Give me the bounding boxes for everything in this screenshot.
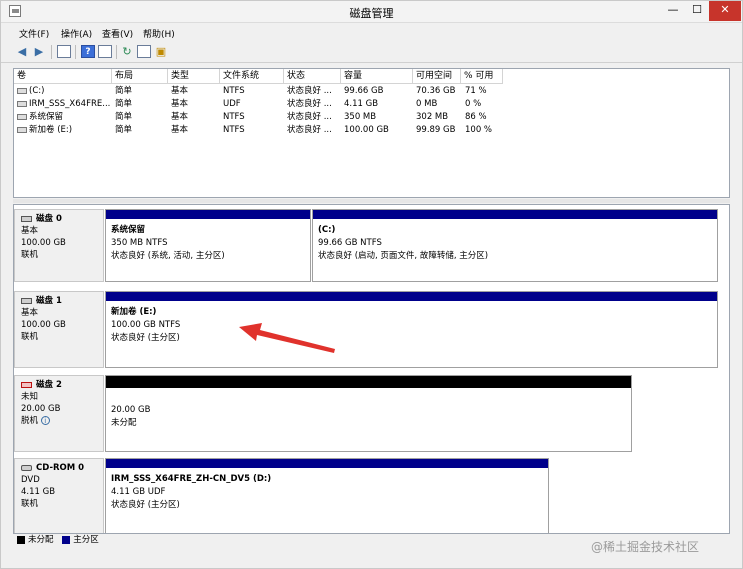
disk-management-window: 磁盘管理 — ☐ ✕ 文件(F) 操作(A) 查看(V) 帮助(H) ◀ ▶ ?…: [0, 0, 743, 569]
watermark: @稀土掘金技术社区: [591, 540, 700, 554]
annotation-arrow: [239, 323, 335, 353]
annotation-arrow-shape: [239, 323, 335, 353]
